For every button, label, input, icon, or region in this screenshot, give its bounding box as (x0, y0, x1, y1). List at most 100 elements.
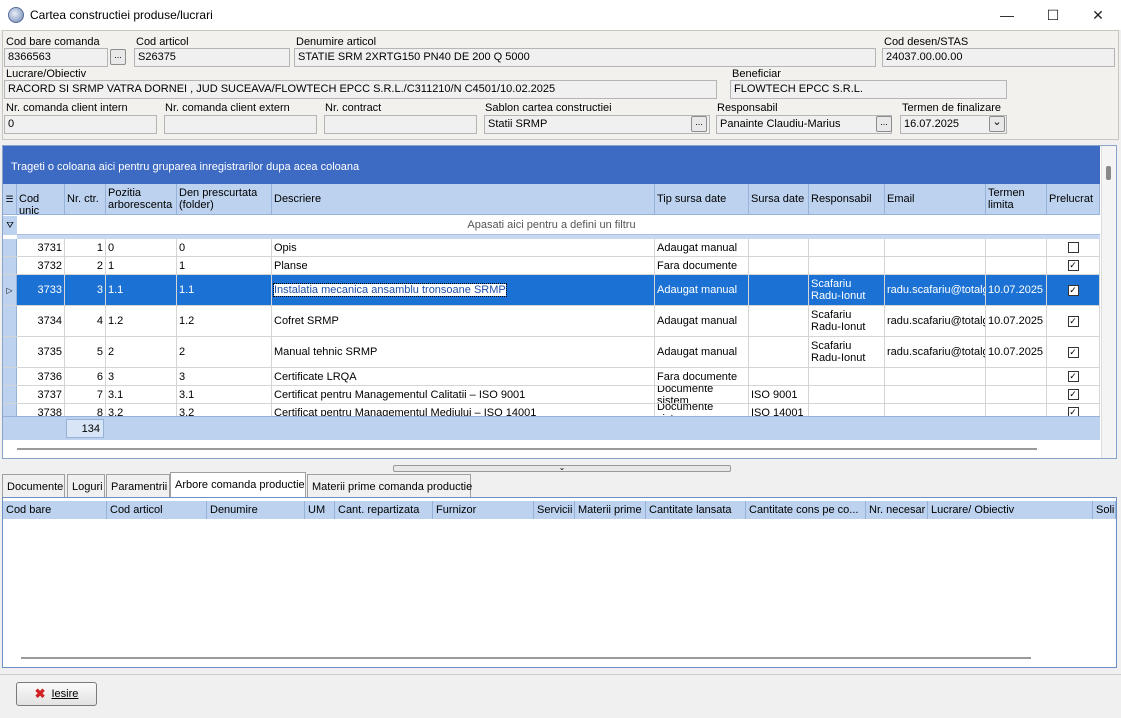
prelucrat-checkbox[interactable]: ✓ (1067, 407, 1079, 416)
denumire-field[interactable]: STATIE SRM 2XRTG150 PN40 DE 200 Q 5000 (294, 48, 876, 67)
col-email[interactable]: Email (885, 184, 986, 215)
prelucrat-checkbox[interactable]: ✓ (1067, 371, 1079, 382)
responsabil-browse-button[interactable]: ... (876, 116, 892, 132)
sablon-label: Sablon cartea constructiei (485, 102, 612, 114)
col-cod-unic[interactable]: Cod unic (17, 184, 65, 215)
table-row[interactable]: 3737 7 3.1 3.1 Certificat pentru Managementu… (3, 386, 1100, 404)
table-row[interactable]: 3738 8 3.2 3.2 Certificat pentru Managementu… (3, 404, 1100, 416)
row-selector[interactable] (3, 404, 17, 416)
table-row[interactable]: 3736 6 3 3 Certificate LRQA Fara documente ✓ (3, 368, 1100, 386)
scroll-thumb[interactable] (1106, 166, 1111, 180)
chevron-down-icon[interactable]: ⌄ (989, 116, 1005, 132)
column-chooser-icon[interactable]: ☰ (3, 184, 17, 215)
cell-cod-unic: 3735 (17, 337, 65, 367)
vertical-scrollbar[interactable] (1101, 146, 1116, 458)
table-row[interactable]: 3731 1 0 0 Opis Adaugat manual (3, 239, 1100, 257)
beneficiar-field[interactable]: FLOWTECH EPCC S.R.L. (730, 80, 1007, 99)
table-row[interactable]: ▷ 3733 3 1.1 1.1 Instalatia mecanica ansamblu… (3, 275, 1100, 306)
cell-tip-sursa-text: Documente sistem (657, 386, 714, 403)
prelucrat-checkbox[interactable]: ✓ (1067, 260, 1079, 271)
close-button[interactable]: ✕ (1075, 0, 1121, 30)
bcol-denumire[interactable]: Denumire (207, 501, 305, 519)
cell-email-text: radu.scafariu@totalgaz.ro (887, 284, 985, 296)
cod-articol-field[interactable]: S26375 (134, 48, 290, 67)
group-by-band[interactable]: Trageti o coloana aici pentru gruparea i… (3, 146, 1100, 184)
tab-parametrii[interactable]: Paramentrii (106, 474, 170, 497)
prelucrat-checkbox[interactable] (1067, 242, 1079, 253)
bcol-cantitate-cons[interactable]: Cantitate cons pe co... (746, 501, 866, 519)
nr-cmd-extern-field[interactable] (164, 115, 317, 134)
row-selector[interactable] (3, 239, 17, 256)
filter-row[interactable]: ⛛ Apasati aici pentru a defini un filtru (3, 216, 1100, 235)
table-row[interactable]: 3732 2 1 1 Planse Fara documente ✓ (3, 257, 1100, 275)
sablon-browse-button[interactable]: ... (691, 116, 707, 132)
col-descriere[interactable]: Descriere (272, 184, 655, 215)
bcol-servicii[interactable]: Servicii (534, 501, 575, 519)
cell-email: radu.scafariu@totalgaz.ro (885, 306, 986, 336)
cell-pozitia: 2 (106, 337, 177, 367)
cell-descriere-text: Instalatia mecanica ansamblu tronsoane S… (273, 283, 507, 297)
cell-nr-ctr-text: 4 (96, 315, 103, 327)
cell-pozitia-text: 3 (108, 370, 115, 383)
cell-cod-unic-text: 3738 (37, 406, 62, 417)
row-pointer-icon: ▷ (6, 285, 13, 295)
bcol-cant-repartizata[interactable]: Cant. repartizata (335, 501, 433, 519)
col-responsabil[interactable]: Responsabil (809, 184, 885, 215)
col-prelucrat[interactable]: Prelucrat (1047, 184, 1100, 215)
sablon-field[interactable]: Statii SRMP (484, 115, 710, 134)
nr-cmd-intern-field[interactable]: 0 (4, 115, 157, 134)
bcol-cod-articol[interactable]: Cod articol (107, 501, 207, 519)
bcol-furnizor[interactable]: Furnizor (433, 501, 534, 519)
bcol-cantitate-lansata[interactable]: Cantitate lansata (646, 501, 746, 519)
col-nr-ctr[interactable]: Nr. ctr. (65, 184, 106, 215)
cell-prelucrat: ✓ (1047, 337, 1100, 367)
tab-arbore-comanda[interactable]: Arbore comanda productie (170, 472, 306, 497)
col-tip-sursa[interactable]: Tip sursa date (655, 184, 749, 215)
row-selector[interactable] (3, 306, 17, 336)
col-den-prescurtata[interactable]: Den prescurtata (folder) (177, 184, 272, 215)
prelucrat-checkbox[interactable]: ✓ (1067, 284, 1079, 296)
exit-button[interactable]: ✖ Iesire (16, 682, 97, 706)
tab-documente[interactable]: Documente (2, 474, 65, 497)
cell-prelucrat: ✓ (1047, 404, 1100, 416)
row-selector[interactable]: ▷ (3, 275, 17, 305)
cell-tip-sursa: Fara documente (655, 368, 749, 385)
bottom-horizontal-scrollbar[interactable] (21, 657, 1031, 659)
cell-tip-sursa-text: Adaugat manual (657, 315, 738, 327)
row-selector[interactable] (3, 337, 17, 367)
nr-contract-field[interactable] (324, 115, 477, 134)
maximize-button[interactable]: ☐ (1030, 0, 1076, 30)
lucrare-field[interactable]: RACORD SI SRMP VATRA DORNEI , JUD SUCEAV… (4, 80, 717, 99)
prelucrat-checkbox[interactable]: ✓ (1067, 315, 1079, 327)
horizontal-scrollbar[interactable] (17, 448, 1037, 450)
row-selector[interactable] (3, 386, 17, 403)
cod-desen-field[interactable]: 24037.00.00.00 (882, 48, 1115, 67)
row-selector[interactable] (3, 368, 17, 385)
cell-den-prescurtata-text: 2 (179, 346, 186, 358)
tab-materii-prime[interactable]: Materii prime comanda productie (307, 474, 472, 497)
cell-descriere: Cofret SRMP (272, 306, 655, 336)
cod-bare-browse-button[interactable]: ... (110, 49, 126, 65)
col-pozitia[interactable]: Pozitia arborescenta (106, 184, 177, 215)
panel-splitter[interactable]: ⌄ (393, 464, 731, 472)
col-sursa-date[interactable]: Sursa date (749, 184, 809, 215)
bcol-nr-necesar[interactable]: Nr. necesar (866, 501, 928, 519)
tab-loguri[interactable]: Loguri (67, 474, 105, 497)
bcol-lucrare-obiectiv[interactable]: Lucrare/ Obiectiv (928, 501, 1093, 519)
bcol-soli[interactable]: Soli (1093, 501, 1116, 519)
prelucrat-checkbox[interactable]: ✓ (1067, 389, 1079, 400)
table-row[interactable]: 3734 4 1.2 1.2 Cofret SRMP Adaugat manual Scaf… (3, 306, 1100, 337)
cod-bare-field[interactable]: 8366563 (4, 48, 108, 67)
bcol-um[interactable]: UM (305, 501, 335, 519)
cell-pozitia: 0 (106, 239, 177, 256)
cell-responsabil (809, 386, 885, 403)
bcol-cod-bare[interactable]: Cod bare (3, 501, 107, 519)
row-selector[interactable] (3, 257, 17, 274)
prelucrat-checkbox[interactable]: ✓ (1067, 346, 1079, 358)
minimize-button[interactable]: — (984, 0, 1030, 30)
table-row[interactable]: 3735 5 2 2 Manual tehnic SRMP Adaugat manual S… (3, 337, 1100, 368)
cell-den-prescurtata: 1.2 (177, 306, 272, 336)
bcol-materii-prime[interactable]: Materii prime (575, 501, 646, 519)
col-termen-limita[interactable]: Termen limita (986, 184, 1047, 215)
responsabil-field[interactable]: Panainte Claudiu-Marius (716, 115, 892, 134)
